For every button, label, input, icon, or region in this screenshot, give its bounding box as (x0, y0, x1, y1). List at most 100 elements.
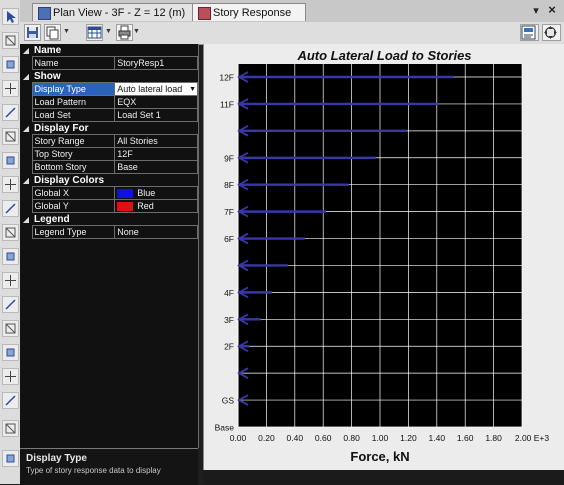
chart-canvas: 12F 11F 9F 8F 7F 6F 4F 3F 2F GS Base0.00 0.20 0.40 0.… (215, 64, 550, 464)
display-options-icon[interactable] (520, 24, 539, 41)
row-gutter (20, 187, 32, 200)
table-icon[interactable] (86, 24, 103, 41)
property-value-cell[interactable]: Load Set 1 (114, 108, 198, 122)
property-value-cell[interactable]: EQX (114, 95, 198, 109)
property-row[interactable]: Global Y Red (20, 199, 198, 213)
x-tick-label: 0.40 (287, 433, 304, 443)
story-tick-label: 12F (219, 73, 234, 83)
copy-icon[interactable] (44, 24, 61, 41)
chart-status-strip (203, 470, 564, 484)
dropdown-chevron-down-icon[interactable]: ▼ (189, 84, 196, 95)
property-value-cell[interactable]: 12F (114, 147, 198, 161)
property-grid: ◢ Name Name StoryResp1 ◢ Show Display Type Auto… (20, 44, 198, 239)
print-dropdown-chevron-down-icon[interactable]: ▼ (133, 28, 140, 35)
property-grid-panel: ◢ Name Name StoryResp1 ◢ Show Display Type Auto… (20, 44, 199, 448)
property-value: StoryResp1 (117, 57, 165, 68)
tab-plan-view-label: Plan View - 3F - Z = 12 (m) (53, 7, 186, 19)
property-category[interactable]: ◢ Show (20, 70, 198, 83)
x-tick-label: 0.00 (230, 433, 247, 443)
property-value: Auto lateral load (117, 83, 183, 94)
property-key: Load Pattern (31, 95, 116, 109)
story-tick-label: 11F (220, 99, 234, 109)
property-category[interactable]: ◢ Display Colors (20, 174, 198, 187)
x-tick-label: 0.20 (258, 433, 275, 443)
story-tick-label: 4F (224, 288, 234, 298)
draw-dimension-icon[interactable] (2, 344, 19, 361)
color-swatch[interactable] (117, 201, 134, 211)
property-row[interactable]: Global X Blue (20, 186, 198, 200)
draw-frame-icon[interactable] (2, 128, 19, 145)
property-value: 12F (117, 148, 133, 159)
draw-line-icon[interactable] (2, 32, 19, 49)
tab-story-response[interactable]: Story Response (192, 3, 306, 21)
collapse-toggle-icon[interactable]: ◢ (20, 44, 32, 57)
property-row[interactable]: Name StoryResp1 (20, 56, 198, 70)
draw-column-icon[interactable] (2, 152, 19, 169)
draw-brace-icon[interactable] (2, 56, 19, 73)
x-tick-label: 2.00 E+3 (515, 433, 550, 443)
property-value-cell[interactable]: Auto lateral load ▼ (114, 82, 198, 96)
property-row[interactable]: Top Story 12F (20, 147, 198, 161)
help-title: Display Type (26, 453, 87, 464)
row-gutter (20, 57, 32, 70)
plan-view-icon (38, 7, 51, 20)
collapse-toggle-icon[interactable]: ◢ (20, 122, 32, 135)
property-category[interactable]: ◢ Name (20, 44, 198, 57)
category-label: Display Colors (34, 174, 105, 186)
property-row[interactable]: Load Pattern EQX (20, 95, 198, 109)
property-value: Blue (137, 187, 156, 198)
property-row[interactable]: Bottom Story Base (20, 160, 198, 174)
property-row[interactable]: Legend Type None (20, 225, 198, 239)
x-tick-label: 0.60 (315, 433, 332, 443)
property-category[interactable]: ◢ Legend (20, 213, 198, 226)
story-tick-label: 7F (224, 207, 234, 217)
property-value-cell[interactable]: Base (114, 160, 198, 174)
story-tick-label: 3F (224, 315, 234, 325)
x-tick-label: 1.40 (429, 433, 446, 443)
pointer-icon[interactable] (2, 8, 19, 25)
collapse-toggle-icon[interactable]: ◢ (20, 70, 32, 83)
x-axis-title: Force, kN (350, 449, 409, 464)
tab-plan-view[interactable]: Plan View - 3F - Z = 12 (m) × (32, 3, 210, 21)
property-value-cell[interactable]: StoryResp1 (114, 56, 198, 70)
x-tick-label: 0.80 (343, 433, 360, 443)
printer-icon[interactable] (116, 24, 133, 41)
color-swatch[interactable] (117, 188, 134, 198)
table-dropdown-chevron-down-icon[interactable]: ▼ (105, 28, 112, 35)
draw-area-icon[interactable] (2, 80, 19, 97)
draw-point-icon[interactable] (2, 272, 19, 289)
window-close-icon[interactable]: × (546, 2, 558, 17)
property-row[interactable]: Story Range All Stories (20, 134, 198, 148)
story-tick-label: GS (222, 396, 235, 406)
collapse-toggle-icon[interactable]: ◢ (20, 213, 32, 226)
grid-icon[interactable] (2, 320, 19, 337)
draw-opening-icon[interactable] (2, 248, 19, 265)
left-tool-strip (0, 0, 21, 484)
reference-point-icon[interactable] (2, 368, 19, 385)
cursor-icon[interactable] (2, 450, 19, 467)
draw-slab-icon[interactable] (2, 200, 19, 217)
property-category[interactable]: ◢ Display For (20, 122, 198, 135)
pan-icon[interactable] (542, 24, 561, 41)
property-row[interactable]: Load Set Load Set 1 (20, 108, 198, 122)
zoom-icon[interactable] (2, 420, 19, 437)
property-value-cell[interactable]: None (114, 225, 198, 239)
draw-beam-icon[interactable] (2, 176, 19, 193)
story-tick-label: 9F (224, 153, 234, 163)
property-row[interactable]: Display Type Auto lateral load ▼ (20, 82, 198, 96)
copy-dropdown-chevron-down-icon[interactable]: ▼ (63, 28, 70, 35)
property-value-cell[interactable]: All Stories (114, 134, 198, 148)
property-help-area: Display Type Type of story response data… (20, 448, 198, 485)
property-key: Top Story (31, 147, 116, 161)
property-value-cell[interactable]: Blue (114, 186, 198, 200)
collapse-toggle-icon[interactable]: ◢ (20, 174, 32, 187)
section-cut-icon[interactable] (2, 392, 19, 409)
draw-link-icon[interactable] (2, 296, 19, 313)
x-tick-label: 1.00 (372, 433, 389, 443)
tab-menu-chevron-down-icon[interactable]: ▾ (530, 4, 542, 17)
save-icon[interactable] (24, 24, 41, 41)
select-icon[interactable] (2, 104, 19, 121)
draw-wall-icon[interactable] (2, 224, 19, 241)
story-tick-label: 6F (224, 234, 234, 244)
property-value-cell[interactable]: Red (114, 199, 198, 213)
